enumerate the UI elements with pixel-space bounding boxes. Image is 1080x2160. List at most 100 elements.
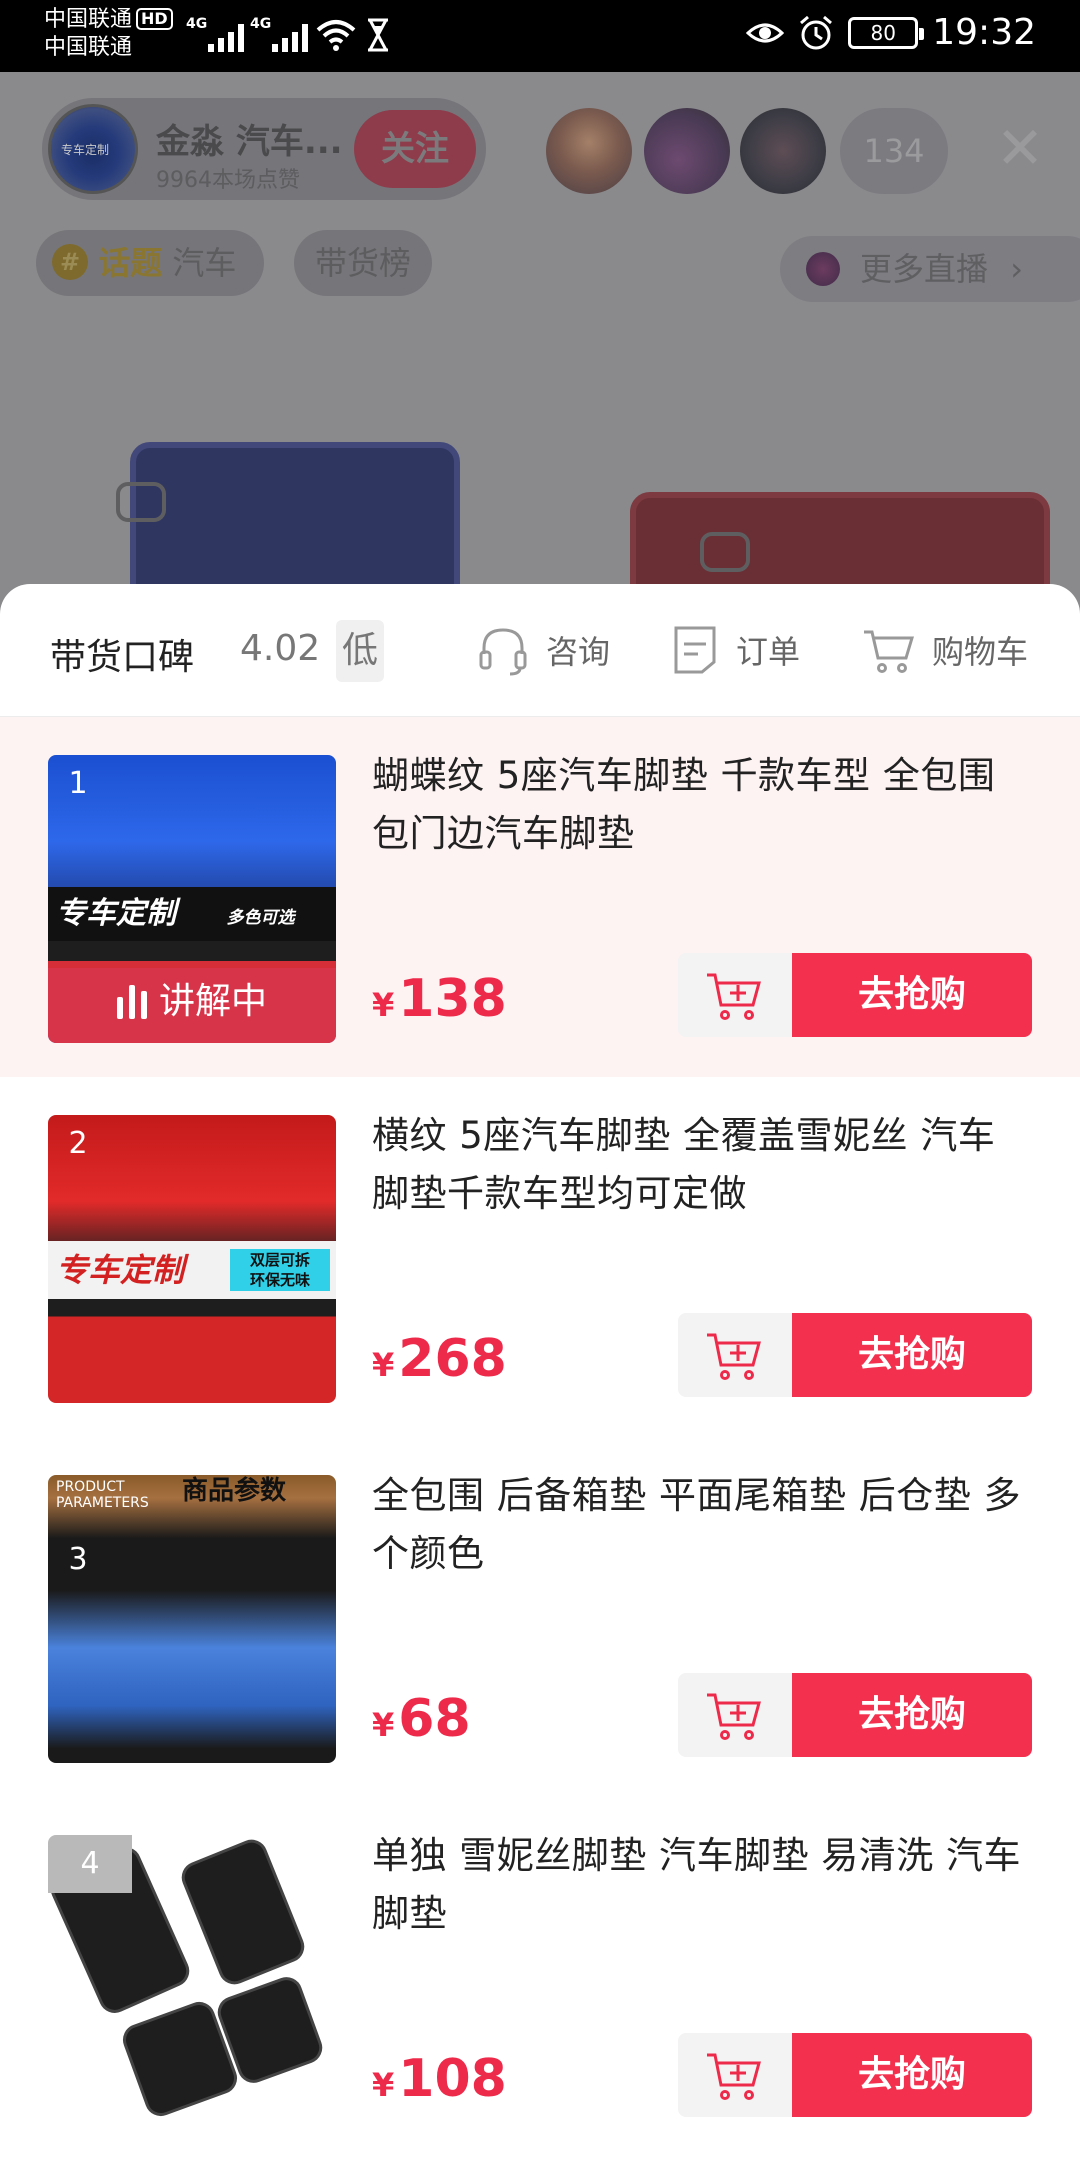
currency-symbol: ¥ [372, 1346, 395, 1384]
currency-symbol: ¥ [372, 1706, 395, 1744]
equalizer-icon [116, 985, 147, 1019]
banner-subtext: 双层可拆 环保无味 [230, 1249, 330, 1291]
network-type-2: 4G [250, 16, 272, 32]
topic-name: 汽车 [172, 244, 237, 282]
product-list-sheet: 带货口碑 4.02 低 咨询 订单 购物车 1 专车定制 多色可选 讲解中 蝴蝶… [0, 584, 1080, 2160]
explaining-badge: 讲解中 [48, 961, 336, 1043]
price-value: 68 [398, 1689, 471, 1749]
rating-level-badge: 低 [336, 620, 384, 682]
orders-label: 订单 [736, 633, 801, 671]
product-title[interactable]: 全包围 后备箱垫 平面尾箱垫 后仓垫 多个颜色 [372, 1467, 1032, 1583]
buy-now-button[interactable]: 去抢购 [792, 953, 1032, 1037]
host-avatar-text: 专车定制 [61, 143, 110, 157]
battery-icon: 80 [848, 16, 925, 49]
consult-button[interactable]: 咨询 [478, 620, 610, 680]
eye-icon [746, 23, 785, 42]
product-image[interactable]: 1 专车定制 多色可选 讲解中 [48, 755, 336, 1043]
topic-hash-icon: # [52, 244, 88, 280]
product-image[interactable]: 4 [48, 1835, 336, 2123]
cart-icon [864, 630, 914, 673]
rating-label: 带货口碑 [50, 637, 195, 678]
buy-now-button[interactable]: 去抢购 [792, 1313, 1032, 1397]
product-parameters-banner: PRODUCT PARAMETERS 商品参数 [48, 1475, 336, 1527]
price-value: 138 [398, 969, 507, 1029]
price-value: 108 [398, 2049, 507, 2109]
banner-subtext-2: 环保无味 [249, 1271, 310, 1289]
chevron-right-icon: › [1010, 250, 1023, 288]
rank-number: 3 [68, 1542, 88, 1577]
topic-word: 话题 [98, 244, 163, 282]
cart-button[interactable]: 购物车 [862, 620, 1028, 680]
carrier-info: 中国联通 HD 中国联通 [44, 6, 173, 62]
add-to-cart-button[interactable] [678, 2033, 792, 2117]
add-cart-icon [707, 1333, 761, 1380]
currency-symbol: ¥ [372, 2066, 395, 2104]
more-live-button[interactable]: 更多直播 › [780, 236, 1080, 302]
topic-tag[interactable]: # 话题 汽车 [36, 230, 264, 296]
add-cart-icon [707, 2053, 761, 2100]
rating-score: 4.02 [240, 628, 321, 669]
carrier-name-2: 中国联通 [44, 35, 133, 60]
add-to-cart-button[interactable] [678, 1673, 792, 1757]
banner-text: 专车定制 [56, 1251, 185, 1289]
host-likes: 9964本场点赞 [156, 168, 300, 193]
more-live-icon [806, 252, 840, 286]
wifi-icon [316, 20, 356, 51]
status-bar: 中国联通 HD 中国联通 4G 4G 80 19:32 [0, 0, 1080, 72]
currency-symbol: ¥ [372, 986, 395, 1024]
consult-label: 咨询 [546, 633, 611, 671]
order-icon [674, 626, 716, 674]
headset-icon [479, 628, 527, 676]
clock: 19:32 [932, 12, 1036, 53]
viewer-avatar[interactable] [644, 108, 730, 194]
banner-subtext: 多色可选 [226, 908, 295, 928]
banner-text: 商品参数 [181, 1476, 286, 1506]
viewer-count[interactable]: 134 [840, 108, 948, 194]
product-title[interactable]: 单独 雪妮丝脚垫 汽车脚垫 易清洗 汽车脚垫 [372, 1827, 1032, 1943]
product-price: ¥68 [372, 1689, 471, 1749]
product-price: ¥108 [372, 2049, 507, 2109]
rank-list-tag[interactable]: 带货榜 [294, 230, 432, 296]
product-image[interactable]: PRODUCT PARAMETERS 商品参数 3 [48, 1475, 336, 1763]
buy-now-button[interactable]: 去抢购 [792, 2033, 1032, 2117]
sheet-header: 带货口碑 4.02 低 咨询 订单 购物车 [0, 584, 1080, 717]
product-image[interactable]: 2 专车定制 双层可拆环保无味 [48, 1115, 336, 1403]
product-item[interactable]: PRODUCT PARAMETERS 商品参数 3 全包围 后备箱垫 平面尾箱垫… [0, 1437, 1080, 1797]
host-info[interactable]: 专车定制 金淼 汽车... 9964本场点赞 关注 [42, 98, 486, 200]
product-item[interactable]: 4 单独 雪妮丝脚垫 汽车脚垫 易清洗 汽车脚垫 ¥108 去抢购 [0, 1797, 1080, 2157]
product-price: ¥138 [372, 969, 507, 1029]
host-name: 金淼 汽车... [156, 122, 343, 162]
add-to-cart-button[interactable] [678, 1313, 792, 1397]
host-avatar[interactable]: 专车定制 [48, 104, 138, 194]
rank-number: 4 [48, 1835, 132, 1893]
product-title[interactable]: 蝴蝶纹 5座汽车脚垫 千款车型 全包围包门边汽车脚垫 [372, 747, 1032, 863]
buy-now-button[interactable]: 去抢购 [792, 1673, 1032, 1757]
floor-mat-shape [176, 1835, 310, 1990]
network-type-1: 4G [186, 16, 208, 32]
rank-number: 2 [68, 1126, 88, 1161]
close-icon[interactable]: ✕ [990, 118, 1050, 178]
status-right: 80 19:32 [746, 12, 1036, 53]
viewer-avatar[interactable] [740, 108, 826, 194]
alarm-icon [800, 15, 833, 49]
banner-subtext-1: 双层可拆 [249, 1251, 310, 1269]
add-cart-icon [707, 1693, 761, 1740]
live-room-background: 专车定制 金淼 汽车... 9964本场点赞 关注 134 ✕ # 话题 汽车 … [0, 72, 1080, 632]
clip-icon [116, 482, 166, 522]
follow-button[interactable]: 关注 [354, 110, 476, 188]
banner-text: 专车定制 [56, 896, 176, 931]
viewer-avatar[interactable] [546, 108, 632, 194]
add-cart-icon [707, 973, 761, 1020]
cart-label: 购物车 [932, 633, 1029, 671]
product-banner: 专车定制 双层可拆环保无味 [48, 1241, 336, 1299]
more-live-label: 更多直播 [860, 250, 989, 288]
explaining-label: 讲解中 [158, 981, 267, 1022]
product-item[interactable]: 2 专车定制 双层可拆环保无味 横纹 5座汽车脚垫 全覆盖雪妮丝 汽车脚垫千款车… [0, 1077, 1080, 1437]
carrier-name-1: 中国联通 [44, 7, 133, 32]
orders-button[interactable]: 订单 [672, 620, 800, 680]
add-to-cart-button[interactable] [678, 953, 792, 1037]
clip-icon [700, 532, 750, 572]
hd-badge: HD [136, 8, 173, 30]
product-title[interactable]: 横纹 5座汽车脚垫 全覆盖雪妮丝 汽车脚垫千款车型均可定做 [372, 1107, 1032, 1223]
product-item[interactable]: 1 专车定制 多色可选 讲解中 蝴蝶纹 5座汽车脚垫 千款车型 全包围包门边汽车… [0, 717, 1080, 1077]
